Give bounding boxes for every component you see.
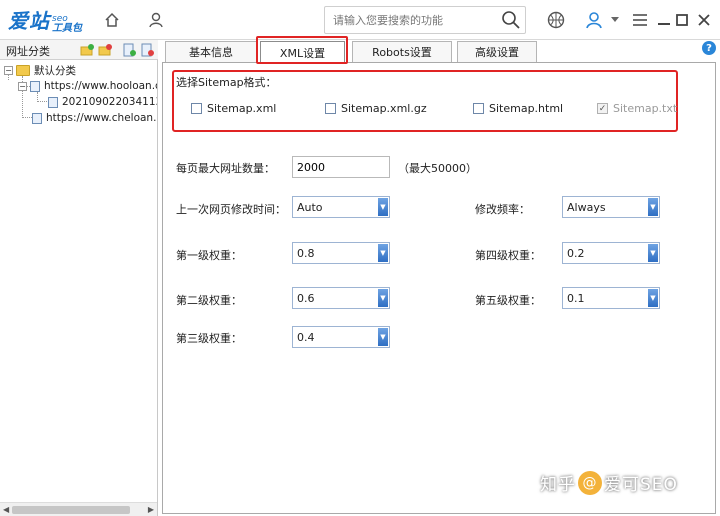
weight-level2-label: 第二级权重： <box>176 294 242 307</box>
changefreq-label: 修改频率： <box>475 203 530 216</box>
checkbox-sitemap-txt: ✓ Sitemap.txt <box>597 102 677 115</box>
select-value: 0.4 <box>297 331 315 344</box>
tree-item-label: https://www.hooloan.co <box>44 80 158 92</box>
checkbox-box[interactable] <box>325 103 336 114</box>
remove-site-icon[interactable] <box>140 43 154 57</box>
folder-icon <box>16 64 30 76</box>
site-tree: − 默认分类 − https://www.hooloan.co 20210902… <box>0 60 158 516</box>
chevron-down-icon[interactable]: ▼ <box>648 244 658 262</box>
checkbox-label: Sitemap.xml.gz <box>341 102 427 115</box>
minimize-icon[interactable] <box>654 10 674 30</box>
search-input[interactable] <box>325 7 495 33</box>
chevron-down-icon[interactable]: ▼ <box>378 244 388 262</box>
tree-item-site[interactable]: − https://www.hooloan.co <box>18 78 158 94</box>
weight-level1-label: 第一级权重： <box>176 249 242 262</box>
weight-level4-select[interactable]: 0.2 ▼ <box>562 242 660 264</box>
account-dropdown-icon[interactable] <box>608 8 622 32</box>
page-icon <box>48 96 58 108</box>
tree-item-label: 2021090220341133 <box>62 96 157 108</box>
add-category-icon[interactable] <box>80 43 94 57</box>
help-icon[interactable]: ? <box>702 41 716 55</box>
tree-item-label: https://www.cheloan.co <box>46 112 158 124</box>
checkbox-label: Sitemap.txt <box>613 102 678 115</box>
remove-category-icon[interactable] <box>98 43 112 57</box>
page-icon <box>30 80 40 92</box>
chevron-down-icon[interactable]: ▼ <box>378 289 388 307</box>
logo-main-text: 爱站 <box>8 9 50 33</box>
checkbox-box[interactable] <box>473 103 484 114</box>
left-panel-title: 网址分类 <box>6 45 50 58</box>
checkbox-sitemap-xml-gz[interactable]: Sitemap.xml.gz <box>325 102 427 115</box>
weight-level2-select[interactable]: 0.6 ▼ <box>292 287 390 309</box>
scrollbar-thumb[interactable] <box>12 506 130 514</box>
checkbox-label: Sitemap.xml <box>207 102 277 115</box>
select-value: 0.8 <box>297 247 315 260</box>
scroll-right-icon[interactable]: ▶ <box>148 505 154 514</box>
search-box <box>324 6 526 34</box>
chevron-down-icon[interactable]: ▼ <box>378 198 388 216</box>
chevron-down-icon[interactable]: ▼ <box>648 289 658 307</box>
tab-advanced-settings[interactable]: 高级设置 <box>457 41 537 62</box>
checkbox-sitemap-html[interactable]: Sitemap.html <box>473 102 563 115</box>
scroll-left-icon[interactable]: ◀ <box>3 505 9 514</box>
weight-level5-select[interactable]: 0.1 ▼ <box>562 287 660 309</box>
watermark-prefix: 知乎 <box>540 475 576 495</box>
logo-tool-text: 工具包 <box>52 23 82 34</box>
search-icon[interactable] <box>501 10 521 33</box>
chevron-down-icon[interactable]: ▼ <box>378 328 388 346</box>
max-urls-input[interactable] <box>292 156 390 178</box>
select-value: Always <box>567 201 606 214</box>
chevron-down-icon[interactable]: ▼ <box>648 198 658 216</box>
select-value: 0.1 <box>567 292 585 305</box>
maximize-icon[interactable] <box>672 10 692 30</box>
close-icon[interactable] <box>694 10 714 30</box>
weight-level3-select[interactable]: 0.4 ▼ <box>292 326 390 348</box>
tree-item-site[interactable]: https://www.cheloan.co <box>32 110 158 126</box>
tree-item-default-category[interactable]: − 默认分类 <box>4 62 76 78</box>
select-value: 0.6 <box>297 292 315 305</box>
home-icon[interactable] <box>100 8 124 32</box>
collapse-icon[interactable]: − <box>18 81 27 91</box>
title-bar: 爱站 seo 工具包 <box>0 0 720 40</box>
lastmod-label: 上一次网页修改时间： <box>176 203 286 216</box>
changefreq-select[interactable]: Always ▼ <box>562 196 660 218</box>
left-toolbar: 网址分类 <box>0 40 158 60</box>
tab-basic-info[interactable]: 基本信息 <box>165 41 257 62</box>
watermark: 知乎 @ 爱可SEO <box>540 470 678 495</box>
tab-xml-settings[interactable]: XML设置 <box>260 41 345 63</box>
weight-level3-label: 第三级权重： <box>176 332 242 345</box>
page-icon <box>32 112 42 124</box>
collapse-icon[interactable]: − <box>4 65 13 75</box>
tree-item-task[interactable]: 2021090220341133 <box>48 94 157 110</box>
app-logo: 爱站 seo 工具包 <box>8 6 82 34</box>
checkbox-sitemap-xml[interactable]: Sitemap.xml <box>191 102 276 115</box>
max-urls-hint: （最大50000） <box>398 162 477 175</box>
tree-item-label: 默认分类 <box>34 64 76 77</box>
weight-level5-label: 第五级权重： <box>475 294 541 307</box>
add-site-icon[interactable] <box>122 43 136 57</box>
max-urls-label: 每页最大网址数量： <box>176 162 275 175</box>
basketball-icon[interactable] <box>544 8 568 32</box>
tree-horizontal-scrollbar[interactable]: ◀ ▶ <box>0 502 157 516</box>
sitemap-format-title: 选择Sitemap格式： <box>176 76 277 89</box>
weight-level1-select[interactable]: 0.8 ▼ <box>292 242 390 264</box>
checkbox-label: Sitemap.html <box>489 102 564 115</box>
watermark-suffix: 爱可SEO <box>604 475 678 495</box>
select-value: Auto <box>297 201 323 214</box>
select-value: 0.2 <box>567 247 585 260</box>
user-settings-icon[interactable] <box>144 8 168 32</box>
checkmark-icon: ✓ <box>597 103 608 114</box>
weight-level4-label: 第四级权重： <box>475 249 541 262</box>
tab-robots-settings[interactable]: Robots设置 <box>352 41 452 62</box>
menu-icon[interactable] <box>630 10 650 30</box>
account-icon[interactable] <box>582 8 606 32</box>
lastmod-select[interactable]: Auto ▼ <box>292 196 390 218</box>
checkbox-box[interactable] <box>191 103 202 114</box>
watermark-at-badge: @ <box>578 470 602 495</box>
